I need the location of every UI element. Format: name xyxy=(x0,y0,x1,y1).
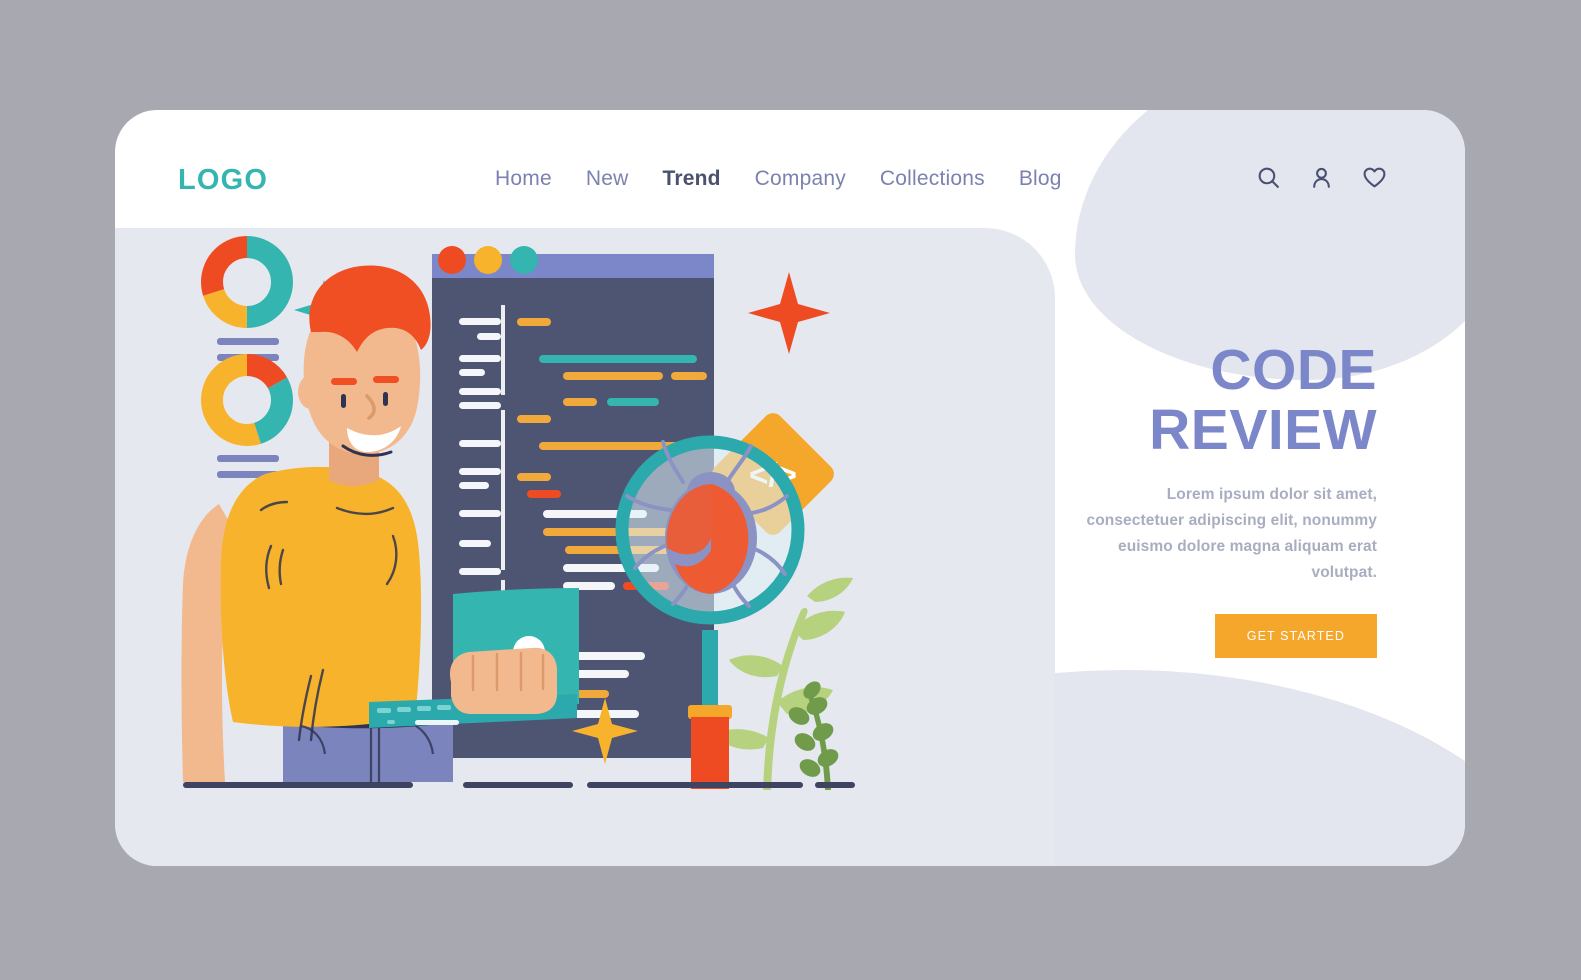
sparkle-red xyxy=(748,272,830,354)
search-icon[interactable] xyxy=(1256,165,1281,190)
gutter-line xyxy=(501,305,505,395)
hero-description: Lorem ipsum dolor sit amet, consectetuer… xyxy=(1086,486,1377,581)
ground-lines xyxy=(183,782,855,788)
nav-item-collections[interactable]: Collections xyxy=(880,167,985,191)
main-navigation: Home New Trend Company Collections Blog xyxy=(495,167,1062,191)
site-header: LOGO Home New Trend Company Collections … xyxy=(115,110,1465,260)
landing-page-card: </> xyxy=(115,110,1465,866)
character-eye xyxy=(341,394,346,408)
character-eye xyxy=(383,392,388,406)
hero-text-block: CODE REVIEW Lorem ipsum dolor sit amet, … xyxy=(1067,340,1377,658)
nav-item-home[interactable]: Home xyxy=(495,167,552,191)
site-logo[interactable]: LOGO xyxy=(178,164,268,197)
character-hand xyxy=(449,647,557,714)
character-ear xyxy=(298,375,324,409)
donut-chart-bottom xyxy=(201,354,293,446)
character-eyebrow xyxy=(331,378,357,385)
header-icon-group xyxy=(1256,165,1387,190)
character-eyebrow xyxy=(373,376,399,383)
gutter-line xyxy=(501,410,505,570)
nav-item-blog[interactable]: Blog xyxy=(1019,167,1062,191)
chart-label-bar xyxy=(217,338,279,345)
chart-label-bar xyxy=(217,455,279,462)
screenshot-root: </> xyxy=(0,0,1581,980)
nav-item-company[interactable]: Company xyxy=(755,167,846,191)
page-title: CODE REVIEW xyxy=(1067,340,1377,460)
nav-item-trend[interactable]: Trend xyxy=(662,167,720,191)
nav-item-new[interactable]: New xyxy=(586,167,629,191)
heart-icon[interactable] xyxy=(1362,165,1387,190)
page-title-line1: CODE xyxy=(1210,338,1377,402)
page-title-line2: REVIEW xyxy=(1149,398,1377,462)
character-shirt xyxy=(220,466,422,727)
get-started-button[interactable]: GET STARTED xyxy=(1214,614,1377,658)
user-icon[interactable] xyxy=(1309,165,1334,190)
